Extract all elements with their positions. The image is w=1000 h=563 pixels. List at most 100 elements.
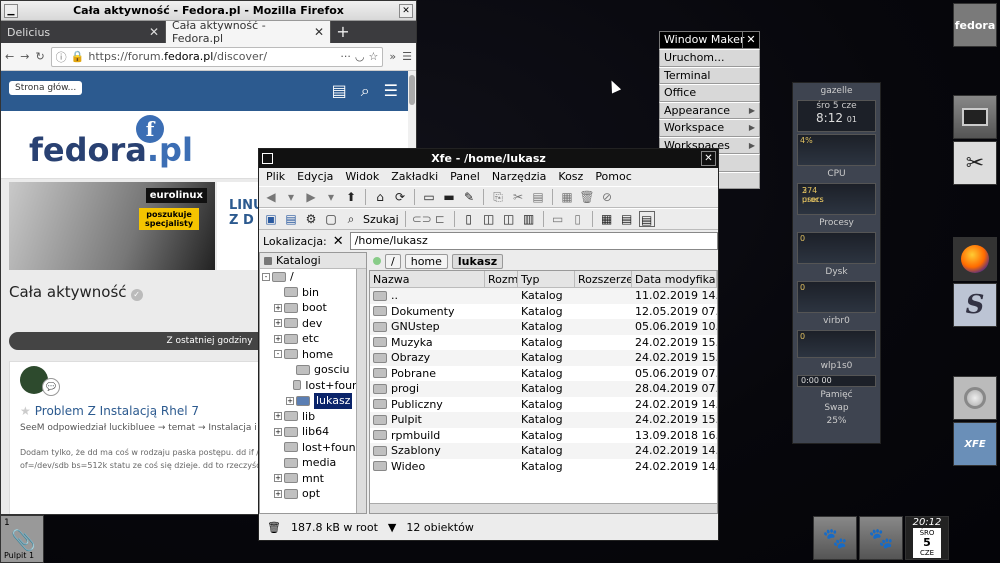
file-row[interactable]: Obrazy Katalog 24.02.2019 15.. [370,350,717,366]
refresh-icon[interactable]: ⟳ [392,189,408,205]
trash-icon[interactable]: 🗑 [267,521,281,534]
file-row[interactable]: GNUstep Katalog 05.06.2019 10.. [370,319,717,335]
hamburger-icon[interactable]: ☰ [384,81,398,101]
tab-delicius[interactable]: Delicius ✕ [1,21,166,43]
open-icon[interactable]: ▤ [283,211,299,227]
search-button[interactable]: Szukaj [363,213,399,226]
paste-icon[interactable]: ▤ [530,189,546,205]
gimp-dock-icon[interactable]: 🐾 [813,516,857,560]
new-tab-icon[interactable]: + [331,21,355,43]
column-header[interactable]: Rozmi [485,271,518,287]
menu-item[interactable]: Widok [345,168,379,186]
tree-item[interactable]: + etc [260,331,366,347]
column-header[interactable]: Typ [518,271,575,287]
delete-icon[interactable]: ⊘ [599,189,615,205]
small-icons-icon[interactable]: ▤ [619,211,635,227]
minimize-icon[interactable] [262,153,273,164]
link-icon[interactable]: ⊂⊃ [412,211,432,227]
pocket-icon[interactable]: ◡ [355,50,365,63]
file-row[interactable]: Publiczny Katalog 24.02.2019 14.. [370,397,717,413]
close-icon[interactable]: ✕ [399,4,413,18]
dropdown-icon[interactable]: ▾ [283,189,299,205]
tree-item[interactable]: - / [260,269,366,285]
cut-icon[interactable]: ✂ [510,189,526,205]
column-header[interactable]: Rozszerze [575,271,632,287]
breadcrumb-button[interactable]: lukasz [451,253,504,269]
menu-item[interactable]: Zakładki [391,168,438,186]
tab-close-icon[interactable]: ✕ [149,25,159,39]
clock-dock-icon[interactable]: 20:12 ŚRO 5 CZE [905,516,949,560]
window-icon[interactable]: ▢ [323,211,339,227]
expander-icon[interactable]: + [274,319,282,328]
settings-icon[interactable]: ⚙ [303,211,319,227]
tree-item[interactable]: + lib [260,409,366,425]
file-row[interactable]: Pobrane Katalog 05.06.2019 07.. [370,366,717,382]
firefox-dock-icon[interactable] [953,237,997,281]
home-icon[interactable]: ⌂ [372,189,388,205]
wmaker-menu-title[interactable]: Window Maker ✕ [659,31,760,49]
reload-icon[interactable]: ↻ [35,50,44,63]
file-row[interactable]: Pulpit Katalog 24.02.2019 15.. [370,412,717,428]
expander-icon[interactable]: + [274,303,282,312]
tree-panel-icon[interactable]: ◫ [481,211,497,227]
file-row[interactable]: rpmbuild Katalog 13.09.2018 16.. [370,428,717,444]
gnustep-dock-icon[interactable]: S [953,283,997,327]
tree-item[interactable]: bin [260,285,366,301]
wmaker-menu-item[interactable]: Workspace ▶ [659,119,760,137]
tree-two-panels-icon[interactable]: ▥ [521,211,537,227]
expander-icon[interactable]: - [274,350,282,359]
magnifier-dock-icon[interactable] [953,376,997,420]
tools-dock-icon[interactable]: ✂ [953,141,997,185]
new-folder-icon[interactable]: ▬ [441,189,457,205]
horizontal-icon[interactable]: ▭ [550,211,566,227]
wmaker-menu-item[interactable]: Office [659,84,760,102]
tree-item[interactable]: lost+found [260,378,366,394]
close-icon[interactable]: ✕ [701,151,716,166]
xfe-titlebar[interactable]: Xfe - /home/lukasz ✕ [259,149,718,168]
properties-icon[interactable]: ▦ [559,189,575,205]
trash-icon[interactable]: 🗑 [579,189,595,205]
location-input[interactable]: /home/lukasz [349,232,718,250]
gimp2-dock-icon[interactable]: 🐾 [859,516,903,560]
filter-icon[interactable]: ▼ [388,521,396,534]
file-row[interactable]: Szablony Katalog 24.02.2019 14.. [370,443,717,459]
tree-item[interactable]: gosciu [260,362,366,378]
big-icons-icon[interactable]: ▦ [599,211,615,227]
terminal-icon[interactable]: ▣ [263,211,279,227]
file-row[interactable]: Wideo Katalog 24.02.2019 14.. [370,459,717,475]
tree-item[interactable]: + lib64 [260,424,366,440]
avatar[interactable]: 💬 [20,366,60,396]
firefox-titlebar[interactable]: ▁ Cała aktywność - Fedora.pl - Mozilla F… [1,1,416,21]
fedora-dock-icon[interactable]: fedora [953,3,997,47]
back-icon[interactable]: ← [5,50,14,63]
home-button[interactable]: Strona głów... [9,81,83,95]
wmaker-menu-item[interactable]: Uruchom... [659,49,760,67]
expander-icon[interactable]: - [262,272,270,281]
file-list-scrollbar[interactable] [370,503,717,513]
info-icon[interactable]: ⓘ [56,49,67,65]
page-actions-icon[interactable]: ··· [340,50,351,63]
file-row[interactable]: .. Katalog 11.02.2019 14.. [370,288,717,304]
expander-icon[interactable]: + [274,334,282,343]
menu-item[interactable]: Kosz [558,168,583,186]
file-row[interactable]: progi Katalog 28.04.2019 07.. [370,381,717,397]
tree-item[interactable]: + lukasz [260,393,366,409]
tree-item[interactable]: lost+found [260,440,366,456]
expander-icon[interactable]: + [274,412,282,421]
tab-close-icon[interactable]: ✕ [314,25,324,39]
menu-item[interactable]: Narzędzia [492,168,547,186]
tab-fedora[interactable]: Cała aktywność - Fedora.pl ✕ [166,19,331,45]
fedora-logo[interactable]: fedora.pl [29,131,193,169]
tree-header[interactable]: Katalogi [260,253,366,269]
xfe-dock-icon[interactable]: XFE [953,422,997,466]
post-title[interactable]: Problem Z Instalacją Rhel 7 [35,404,199,418]
breadcrumb-button[interactable]: home [404,253,448,269]
menu-item[interactable]: Panel [450,168,480,186]
new-file-icon[interactable]: ▭ [421,189,437,205]
search-icon[interactable]: ⌕ [343,211,359,227]
vertical-icon[interactable]: ▯ [570,211,586,227]
ad-banner[interactable]: eurolinux poszukuje specjalisty [9,182,215,270]
file-row[interactable]: Muzyka Katalog 24.02.2019 15.. [370,335,717,351]
minimize-icon[interactable]: ▁ [4,4,18,18]
overflow-icon[interactable]: » [389,50,396,63]
